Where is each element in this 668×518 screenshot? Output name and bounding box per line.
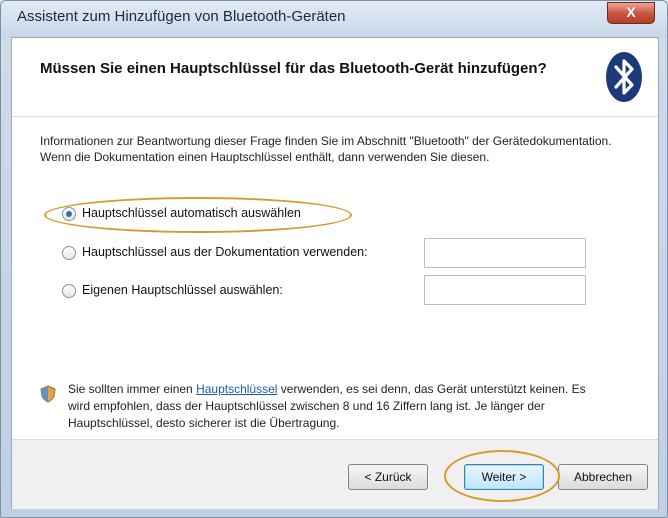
radio-auto[interactable] [62,207,76,221]
wizard-body: Informationen zur Beantwortung dieser Fr… [12,117,658,439]
close-button[interactable]: X [607,2,655,24]
button-bar: < Zurück Weiter > Abbrechen [12,439,658,509]
radio-documentation[interactable] [62,246,76,260]
wizard-window: Assistent zum Hinzufügen von Bluetooth-G… [0,0,668,518]
next-button[interactable]: Weiter > [464,464,544,490]
page-heading: Müssen Sie einen Hauptschlüssel für das … [40,60,547,77]
note-text: Sie sollten immer einen Hauptschlüssel v… [68,381,588,432]
hauptschluessel-link[interactable]: Hauptschlüssel [196,382,277,396]
option-own-key-label: Eigenen Hauptschlüssel auswählen: [82,283,283,297]
own-key-input[interactable] [424,275,586,305]
wizard-content: Müssen Sie einen Hauptschlüssel für das … [11,37,659,509]
header-band: Müssen Sie einen Hauptschlüssel für das … [12,38,658,117]
window-title: Assistent zum Hinzufügen von Bluetooth-G… [17,8,346,25]
bluetooth-icon [606,52,642,102]
title-bar: Assistent zum Hinzufügen von Bluetooth-G… [1,1,667,37]
close-icon: X [626,4,636,20]
note-prefix: Sie sollten immer einen [68,382,197,396]
cancel-button[interactable]: Abbrechen [558,464,648,490]
documentation-key-input[interactable] [424,238,586,268]
option-auto-label: Hauptschlüssel automatisch auswählen [82,206,301,220]
option-documentation-label: Hauptschlüssel aus der Dokumentation ver… [82,245,368,259]
radio-own-key[interactable] [62,284,76,298]
back-button[interactable]: < Zurück [348,464,428,490]
info-text: Informationen zur Beantwortung dieser Fr… [40,134,612,164]
shield-icon [40,385,56,403]
